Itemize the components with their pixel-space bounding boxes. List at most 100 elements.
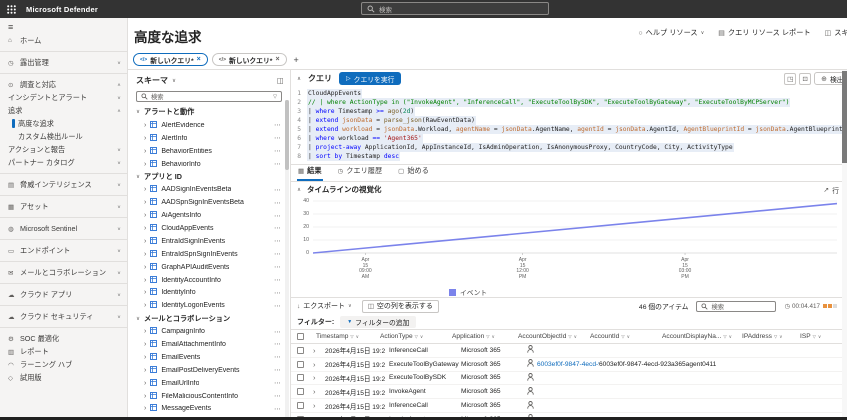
schema-group[interactable]: ∨ アプリと ID <box>128 170 290 183</box>
table-row[interactable]: › 2026年4月15日 19:2 ExecuteToolBySDK Microsof… <box>291 372 847 386</box>
chevron-right-icon[interactable]: › <box>144 367 146 374</box>
nav-item-incidents-alerts[interactable]: インシデントとアラート ∨ <box>0 91 127 104</box>
filter-funnel-icon[interactable]: ▽ <box>723 334 726 339</box>
column-header-action_type[interactable]: ActionType ▽ ∨ <box>380 333 452 340</box>
chevron-down-icon[interactable]: ∨ <box>627 334 630 340</box>
chevron-down-icon[interactable]: ∨ <box>356 334 359 340</box>
more-options-icon[interactable]: ⋯ <box>274 121 282 129</box>
show-empty-columns-button[interactable]: ◫ 空の列を表示する <box>361 299 439 313</box>
filter-funnel-icon[interactable]: ▽ <box>350 334 353 339</box>
chevron-up-icon[interactable]: ∧ <box>297 76 301 82</box>
schema-search-input[interactable]: 検索 ▽ <box>136 91 282 102</box>
more-options-icon[interactable]: ⋯ <box>274 405 282 413</box>
schema-table-identityinfo[interactable]: › IdentityInfo ⋯ <box>128 286 290 299</box>
filter-funnel-icon[interactable]: ▽ <box>813 334 816 339</box>
chevron-right-icon[interactable]: › <box>144 199 146 206</box>
nav-item-email-collaboration[interactable]: ✉ メールとコラボレーション ∨ <box>0 266 127 279</box>
nav-item-trials[interactable]: ◇ 試用版 <box>0 371 127 384</box>
copy-link-icon[interactable]: ◳ <box>784 72 797 85</box>
more-options-icon[interactable]: ⋯ <box>274 250 282 258</box>
row-checkbox[interactable] <box>297 402 304 410</box>
chevron-right-icon[interactable]: › <box>144 405 146 412</box>
row-checkbox[interactable] <box>297 374 304 382</box>
chevron-down-icon[interactable]: ∨ <box>420 334 423 340</box>
chevron-down-icon[interactable]: ∨ <box>574 334 577 340</box>
schema-table-identityaccountinfo[interactable]: › IdentityAccountInfo ⋯ <box>128 274 290 287</box>
more-options-icon[interactable]: ⋯ <box>274 276 282 284</box>
nav-item-learning-hub[interactable]: ◠ ラーニング ハブ <box>0 358 127 371</box>
table-row[interactable]: › 2026年4月15日 19:2 InvokeAgent Microsoft 365 <box>291 385 847 400</box>
schema-table-emailattachmentinfo[interactable]: › EmailAttachmentInfo ⋯ <box>128 338 290 351</box>
chevron-right-icon[interactable]: › <box>144 380 146 387</box>
chevron-right-icon[interactable]: › <box>144 264 146 271</box>
more-options-icon[interactable]: ⋯ <box>274 147 282 155</box>
add-filter-button[interactable]: ▼ フィルターの追加 <box>340 315 417 328</box>
more-options-icon[interactable]: ⋯ <box>274 160 282 168</box>
schema-table-emailpostdeliveryevents[interactable]: › EmailPostDeliveryEvents ⋯ <box>128 364 290 377</box>
column-header-isp[interactable]: ISP ▽ ∨ <box>800 333 840 340</box>
table-row[interactable]: › 2026年4月15日 19:2 InferenceCall Microsoft 3… <box>291 344 847 358</box>
schema-table-filemaliciouscontentinfo[interactable]: › FileMaliciousContentInfo ⋯ <box>128 390 290 403</box>
schema-table-emailevents[interactable]: › EmailEvents ⋯ <box>128 351 290 364</box>
chevron-right-icon[interactable]: › <box>144 302 146 309</box>
chevron-right-icon[interactable]: › <box>144 135 146 142</box>
chevron-down-icon[interactable]: ∨ <box>172 78 176 84</box>
schema-table-aiagentsinfo[interactable]: › AiAgentsInfo ⋯ <box>128 209 290 222</box>
chevron-right-icon[interactable]: › <box>313 401 316 410</box>
tab-始める[interactable]: ▢ 始める <box>397 166 430 181</box>
add-query-tab-button[interactable]: + <box>291 55 302 65</box>
results-search-input[interactable]: 検索 <box>696 300 777 312</box>
close-icon[interactable]: × <box>275 56 279 63</box>
query-resource-report-button[interactable]: ▤ クエリ リソース レポート <box>718 28 810 38</box>
chevron-right-icon[interactable]: › <box>144 186 146 193</box>
row-checkbox[interactable] <box>297 360 304 368</box>
nav-item-partner-catalog[interactable]: パートナー カタログ ∨ <box>0 156 127 169</box>
table-row[interactable]: › 2026年4月15日 19:2 ExecuteToolByGateway Micr… <box>291 358 847 372</box>
schema-table-behaviorinfo[interactable]: › BehaviorInfo ⋯ <box>128 158 290 171</box>
nav-item-endpoints[interactable]: ▭ エンドポイント ∨ <box>0 244 127 257</box>
more-options-icon[interactable]: ⋯ <box>274 237 282 245</box>
nav-item-actions-reports[interactable]: アクションと報告 ∨ <box>0 143 127 156</box>
vertical-scrollbar[interactable] <box>842 70 847 417</box>
chevron-right-icon[interactable]: › <box>144 238 146 245</box>
more-options-icon[interactable]: ⋯ <box>274 302 282 310</box>
close-icon[interactable]: × <box>197 56 201 63</box>
schema-table-aadspnsignineventsbeta[interactable]: › AADSpnSignInEventsBeta ⋯ <box>128 196 290 209</box>
filter-funnel-icon[interactable]: ▽ <box>568 334 571 339</box>
table-row[interactable]: › 2026年4月15日 19:2 InferenceCall Microsoft 3… <box>291 399 847 413</box>
help-resources-button[interactable]: ○ ヘルプ リソース ∨ <box>638 28 704 38</box>
run-query-button[interactable]: ▷ クエリを実行 <box>339 72 402 85</box>
export-button[interactable]: ↓ エクスポート ∨ <box>297 301 352 311</box>
chevron-right-icon[interactable]: › <box>313 373 316 382</box>
nav-item-reports[interactable]: ▥ レポート <box>0 345 127 358</box>
chevron-right-icon[interactable]: › <box>144 289 146 296</box>
schema-table-behaviorentities[interactable]: › BehaviorEntities ⋯ <box>128 145 290 158</box>
chevron-right-icon[interactable]: › <box>144 212 146 219</box>
more-options-icon[interactable]: ⋯ <box>274 289 282 297</box>
column-header-account_display_name[interactable]: AccountDisplayNa... ▽ ∨ <box>662 333 742 340</box>
account-object-id-link[interactable]: 6003ef0f-9847-4ecd-92 <box>537 361 599 368</box>
chevron-right-icon[interactable]: › <box>144 161 146 168</box>
row-checkbox[interactable] <box>297 346 304 354</box>
nav-item-assets[interactable]: ▦ アセット ∨ <box>0 200 127 213</box>
schema-table-identitylogonevents[interactable]: › IdentityLogonEvents ⋯ <box>128 299 290 312</box>
query-performance-indicator[interactable]: ◷ 00:04.417 <box>784 303 837 310</box>
chevron-right-icon[interactable]: › <box>144 251 146 258</box>
column-header-application[interactable]: Application ▽ ∨ <box>452 333 518 340</box>
filter-funnel-icon[interactable]: ▽ <box>273 94 277 100</box>
nav-item-custom-detection-rules[interactable]: カスタム検出ルール <box>0 130 127 143</box>
more-options-icon[interactable]: ⋯ <box>274 199 282 207</box>
chevron-down-icon[interactable]: ∨ <box>729 334 732 340</box>
nav-item-microsoft-sentinel[interactable]: ◍ Microsoft Sentinel ∨ <box>0 222 127 235</box>
chevron-right-icon[interactable]: › <box>144 354 146 361</box>
filter-funnel-icon[interactable]: ▽ <box>486 334 489 339</box>
nav-item-advanced-hunting[interactable]: 高度な追求 <box>0 117 127 130</box>
filter-funnel-icon[interactable]: ▽ <box>774 334 777 339</box>
chevron-right-icon[interactable]: › <box>144 148 146 155</box>
chevron-right-icon[interactable]: › <box>144 277 146 284</box>
chevron-right-icon[interactable]: › <box>144 225 146 232</box>
schema-table-alertinfo[interactable]: › AlertInfo ⋯ <box>128 132 290 145</box>
more-options-icon[interactable]: ⋯ <box>274 366 282 374</box>
tab-結果[interactable]: ▦ 結果 <box>297 166 323 181</box>
schema-table-campaigninfo[interactable]: › CampaignInfo ⋯ <box>128 325 290 338</box>
